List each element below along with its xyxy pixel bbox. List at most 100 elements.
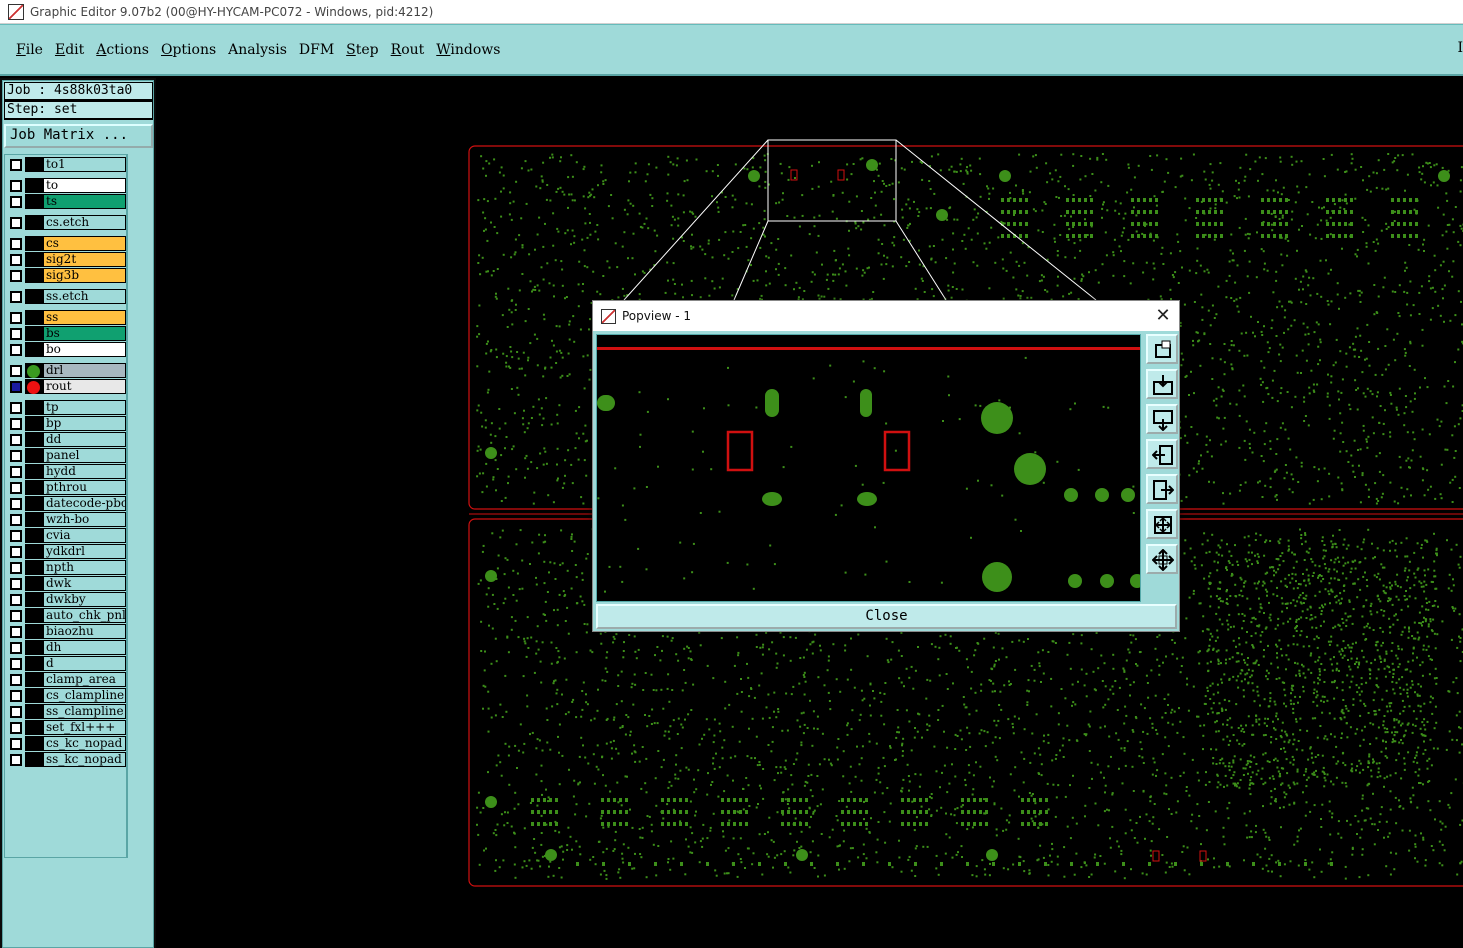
menu-file[interactable]: File xyxy=(16,42,43,58)
menu-actions[interactable]: Actions xyxy=(96,42,149,58)
layer-name[interactable]: npth xyxy=(43,560,126,575)
layer-name[interactable]: sig2t xyxy=(43,252,126,267)
layer-row-cs-etch[interactable]: cs.etch xyxy=(7,215,127,231)
layer-name[interactable]: wzh-bo xyxy=(43,512,126,527)
menu-rout[interactable]: Rout xyxy=(391,42,425,58)
layer-row-biaozhu[interactable]: biaozhu xyxy=(7,624,127,640)
menu-options[interactable]: Options xyxy=(161,42,216,58)
layer-row-sig2t[interactable]: sig2t xyxy=(7,252,127,268)
layer-row-cs-clampline[interactable]: cs_clampline xyxy=(7,688,127,704)
layer-row-dwkby[interactable]: dwkby xyxy=(7,592,127,608)
layer-row-bo[interactable]: bo xyxy=(7,342,127,358)
layer-checkbox[interactable] xyxy=(10,180,22,192)
layer-checkbox[interactable] xyxy=(10,217,22,229)
layer-name[interactable]: cs xyxy=(43,236,126,251)
layer-row-cvia[interactable]: cvia xyxy=(7,528,127,544)
layer-row-drl[interactable]: drl xyxy=(7,363,127,379)
layer-row-d[interactable]: d xyxy=(7,656,127,672)
layer-row-rout[interactable]: rout xyxy=(7,379,127,395)
layer-row-auto-chk-pnl[interactable]: auto_chk_pnl xyxy=(7,608,127,624)
layer-checkbox[interactable] xyxy=(10,738,22,750)
layer-row-to[interactable]: to xyxy=(7,178,127,194)
layer-row-pthrou[interactable]: pthrou xyxy=(7,480,127,496)
layer-checkbox[interactable] xyxy=(10,270,22,282)
layer-name[interactable]: ts xyxy=(43,194,126,209)
layer-name[interactable]: drl xyxy=(43,363,126,378)
layer-row-ts[interactable]: ts xyxy=(7,194,127,210)
layer-name[interactable]: tp xyxy=(43,400,126,415)
layer-checkbox[interactable] xyxy=(10,530,22,542)
layer-row-ss-clampline[interactable]: ss_clampline xyxy=(7,704,127,720)
layer-checkbox[interactable] xyxy=(10,344,22,356)
layer-checkbox[interactable] xyxy=(10,754,22,766)
layer-name[interactable]: panel xyxy=(43,448,126,463)
layer-checkbox[interactable] xyxy=(10,674,22,686)
layer-checkbox[interactable] xyxy=(10,722,22,734)
layer-row-dh[interactable]: dh xyxy=(7,640,127,656)
layer-checkbox[interactable] xyxy=(10,546,22,558)
layer-row-sig3b[interactable]: sig3b xyxy=(7,268,127,284)
layer-row-bs[interactable]: bs xyxy=(7,326,127,342)
layer-row-datecode-pbc[interactable]: datecode-pbc xyxy=(7,496,127,512)
layer-name[interactable]: datecode-pbc xyxy=(43,496,126,511)
layer-checkbox[interactable] xyxy=(10,562,22,574)
menu-step[interactable]: Step xyxy=(346,42,378,58)
layer-name[interactable]: bs xyxy=(43,326,126,341)
menu-dfm[interactable]: DFM xyxy=(299,42,334,58)
layer-row-ss-kc-nopad[interactable]: ss_kc_nopad xyxy=(7,752,127,768)
layer-checkbox[interactable] xyxy=(10,594,22,606)
layer-checkbox[interactable] xyxy=(10,690,22,702)
layer-name[interactable]: hydd xyxy=(43,464,126,479)
layer-row-set-fxl-[interactable]: set_fxl+++ xyxy=(7,720,127,736)
layer-checkbox[interactable] xyxy=(10,706,22,718)
layer-row-bp[interactable]: bp xyxy=(7,416,127,432)
layer-row-to1[interactable]: to1 xyxy=(7,157,127,173)
layer-checkbox[interactable] xyxy=(10,450,22,462)
layer-name[interactable]: d xyxy=(43,656,126,671)
layer-name[interactable]: cs_clampline xyxy=(43,688,126,703)
layer-name[interactable]: cs.etch xyxy=(43,215,126,230)
layer-name[interactable]: biaozhu xyxy=(43,624,126,639)
layer-row-ydkdrl[interactable]: ydkdrl xyxy=(7,544,127,560)
layer-checkbox[interactable] xyxy=(10,482,22,494)
layer-name[interactable]: rout xyxy=(43,379,126,394)
layer-name[interactable]: set_fxl+++ xyxy=(43,720,126,735)
layer-checkbox[interactable] xyxy=(10,196,22,208)
layer-checkbox[interactable] xyxy=(10,434,22,446)
layer-checkbox[interactable] xyxy=(10,626,22,638)
layer-checkbox[interactable] xyxy=(10,514,22,526)
layer-row-npth[interactable]: npth xyxy=(7,560,127,576)
menu-analysis[interactable]: Analysis xyxy=(228,42,287,58)
layer-checkbox[interactable] xyxy=(10,381,22,393)
layer-checkbox[interactable] xyxy=(10,498,22,510)
layer-checkbox[interactable] xyxy=(10,365,22,377)
layer-name[interactable]: cs_kc_nopad xyxy=(43,736,126,751)
layer-name[interactable]: ss.etch xyxy=(43,289,126,304)
layer-row-ss-etch[interactable]: ss.etch xyxy=(7,289,127,305)
layer-row-cs-kc-nopad[interactable]: cs_kc_nopad xyxy=(7,736,127,752)
layer-name[interactable]: dwkby xyxy=(43,592,126,607)
layer-name[interactable]: cvia xyxy=(43,528,126,543)
layer-row-clamp-area[interactable]: clamp_area xyxy=(7,672,127,688)
layer-name[interactable]: to1 xyxy=(43,157,126,172)
layer-name[interactable]: dwk xyxy=(43,576,126,591)
layer-checkbox[interactable] xyxy=(10,159,22,171)
layer-name[interactable]: to xyxy=(43,178,126,193)
layer-checkbox[interactable] xyxy=(10,254,22,266)
layer-row-wzh-bo[interactable]: wzh-bo xyxy=(7,512,127,528)
layer-name[interactable]: dh xyxy=(43,640,126,655)
layer-name[interactable]: dd xyxy=(43,432,126,447)
job-matrix-button[interactable]: Job Matrix ... xyxy=(4,124,153,148)
layer-name[interactable]: pthrou xyxy=(43,480,126,495)
layer-name[interactable]: bp xyxy=(43,416,126,431)
layer-checkbox[interactable] xyxy=(10,312,22,324)
layer-checkbox[interactable] xyxy=(10,418,22,430)
layer-name[interactable]: ss xyxy=(43,310,126,325)
layer-name[interactable]: ss_clampline xyxy=(43,704,126,719)
menu-windows[interactable]: Windows xyxy=(436,42,500,58)
layer-checkbox[interactable] xyxy=(10,610,22,622)
layer-row-panel[interactable]: panel xyxy=(7,448,127,464)
menu-edit[interactable]: Edit xyxy=(55,42,84,58)
layer-checkbox[interactable] xyxy=(10,578,22,590)
layer-name[interactable]: bo xyxy=(43,342,126,357)
